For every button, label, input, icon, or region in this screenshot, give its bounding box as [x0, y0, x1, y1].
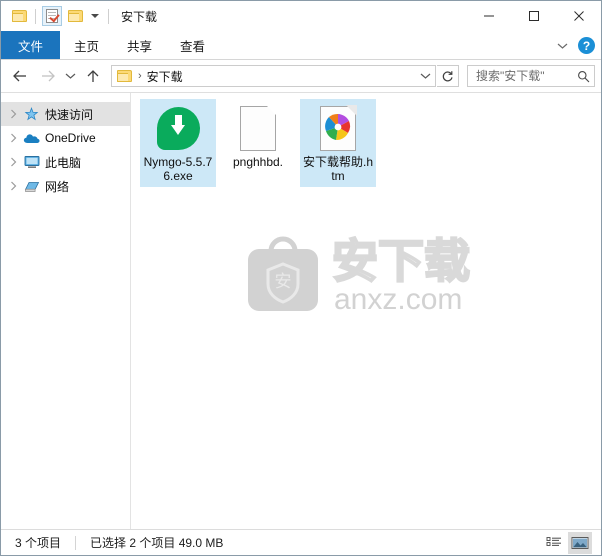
navigation-pane: 快速访问 OneDrive 此电脑 网络: [1, 93, 131, 529]
green-download-bubble-icon: [154, 104, 202, 152]
file-item-nymgo-exe[interactable]: Nymgo-5.5.76.exe: [140, 99, 216, 187]
search-icon[interactable]: [576, 69, 590, 83]
breadcrumb-folder-icon: [117, 70, 132, 82]
properties-icon[interactable]: [42, 6, 62, 26]
sidebar-item-this-pc[interactable]: 此电脑: [1, 150, 130, 174]
onedrive-cloud-icon: [23, 130, 40, 146]
watermark-logo: 安 安下载 anxz.com: [131, 231, 601, 317]
this-pc-monitor-icon: [23, 154, 40, 170]
breadcrumb-chevron-down-icon[interactable]: [417, 66, 433, 86]
status-item-count: 3 个项目: [15, 536, 62, 550]
sidebar-item-label: OneDrive: [45, 131, 96, 145]
tab-view[interactable]: 查看: [166, 31, 219, 59]
tab-home[interactable]: 主页: [60, 31, 113, 59]
file-name: Nymgo-5.5.76.exe: [143, 155, 213, 183]
chevron-right-icon[interactable]: [7, 156, 20, 169]
close-button[interactable]: [556, 1, 601, 31]
sidebar-item-label: 网络: [45, 179, 70, 194]
breadcrumb-separator: ›: [138, 70, 142, 82]
status-selection-info: 已选择 2 个项目 49.0 MB: [90, 536, 224, 550]
watermark-domain: anxz.com: [334, 283, 463, 316]
ribbon-tabstrip: 文件 主页 共享 查看 ?: [1, 31, 601, 60]
html-pinwheel-document-icon: [314, 104, 362, 152]
chevron-right-icon[interactable]: [7, 180, 20, 193]
search-box[interactable]: [467, 65, 595, 87]
folder-icon[interactable]: [9, 6, 29, 26]
bag-shield-logo-icon: 安: [240, 231, 326, 317]
file-item-help-htm[interactable]: 安下载帮助.htm: [300, 99, 376, 187]
star-pin-icon: [23, 106, 40, 122]
tab-share[interactable]: 共享: [113, 31, 166, 59]
divider: [75, 535, 77, 550]
logo-char: 安: [275, 272, 292, 292]
chevron-right-icon[interactable]: [7, 132, 20, 145]
file-name: pnghhbd.: [232, 155, 284, 169]
brand-outline-text: 安下载: [332, 235, 471, 289]
forward-button: [34, 63, 60, 89]
sidebar-item-label: 此电脑: [45, 155, 82, 170]
chevron-right-icon[interactable]: [7, 108, 20, 121]
minimize-button[interactable]: [466, 1, 511, 31]
divider: [108, 8, 109, 24]
expand-ribbon-chevron-down-icon[interactable]: [554, 38, 570, 54]
large-icons-view-button[interactable]: [568, 531, 592, 554]
quick-access-toolbar: 安下载: [1, 1, 157, 31]
back-button[interactable]: [7, 63, 33, 89]
help-icon[interactable]: ?: [578, 37, 595, 54]
status-bar: 3 个项目 已选择 2 个项目 49.0 MB: [1, 529, 601, 555]
address-bar: › 安下载: [1, 60, 601, 92]
file-list-view[interactable]: Nymgo-5.5.76.exe pnghhbd. 安下载帮助.htm 安 安下…: [131, 93, 601, 529]
explorer-window: 安下载 文件 主页 共享 查看 ? › 安下载 搜索"安下载" 快速访问 One…: [0, 0, 602, 556]
brand-label: 安下载: [332, 235, 470, 288]
window-controls: [466, 1, 601, 31]
window-body: 快速访问 OneDrive 此电脑 网络 Nymgo-5.5.76.exe pn…: [1, 92, 601, 529]
maximize-button[interactable]: [511, 1, 556, 31]
tab-file[interactable]: 文件: [1, 31, 61, 59]
file-grid: Nymgo-5.5.76.exe pnghhbd. 安下载帮助.htm: [131, 93, 601, 187]
file-name: 安下载帮助.htm: [302, 155, 373, 183]
refresh-button[interactable]: [437, 65, 459, 87]
window-title: 安下载: [121, 9, 158, 24]
sidebar-item-quick-access[interactable]: 快速访问: [1, 102, 130, 126]
customize-quick-access-chevron-down-icon[interactable]: [88, 6, 102, 26]
divider: [35, 8, 36, 24]
sidebar-item-onedrive[interactable]: OneDrive: [1, 126, 130, 150]
breadcrumb-path[interactable]: 安下载: [147, 68, 183, 85]
ribbon-right-controls: ?: [554, 31, 595, 60]
blank-document-icon: [234, 104, 282, 152]
search-input[interactable]: [474, 68, 576, 84]
view-mode-buttons: [542, 531, 596, 554]
breadcrumb[interactable]: › 安下载: [111, 65, 436, 87]
up-button[interactable]: [80, 63, 106, 89]
new-folder-icon[interactable]: [65, 6, 85, 26]
sidebar-item-label: 快速访问: [45, 107, 94, 122]
recent-locations-chevron-down-icon[interactable]: [61, 63, 79, 89]
details-view-button[interactable]: [542, 532, 566, 554]
file-item-pnghhbd[interactable]: pnghhbd.: [220, 99, 296, 187]
title-bar: 安下载: [1, 1, 601, 31]
watermark-text: 安下载 anxz.com: [332, 235, 492, 316]
network-icon: [23, 178, 40, 194]
sidebar-item-network[interactable]: 网络: [1, 174, 130, 198]
